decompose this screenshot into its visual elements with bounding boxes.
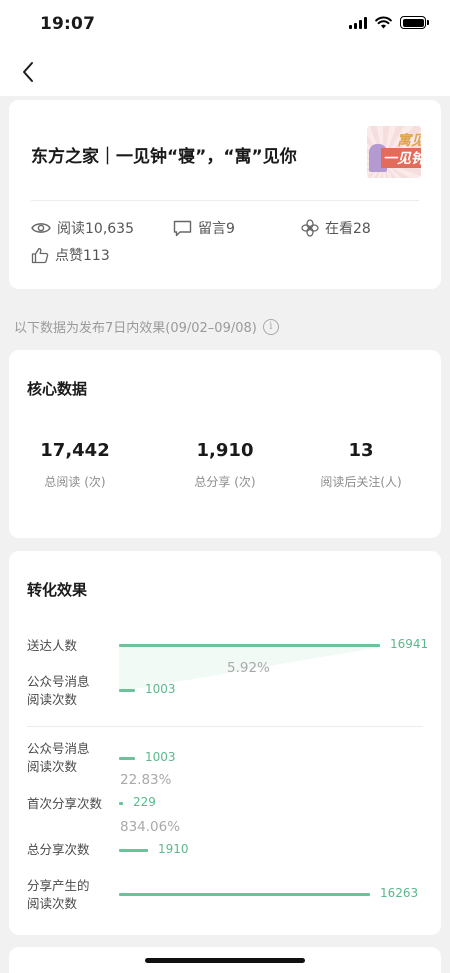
thumbnail-text-2: 一见钟 [381,148,421,168]
conv-bar-delivered [119,644,380,647]
conversion-title: 转化效果 [27,581,88,599]
data-range-note: 以下数据为发布7日内效果(09/02–09/08) i [14,317,279,336]
battery-icon [400,16,429,29]
conversion-card: 转化效果 送达人数 16941 5.92% 公众号消息 阅读次数 1003 公众… [9,551,441,935]
conv-bar-total-shares [119,849,148,852]
conv-label-total-shares: 总分享次数 [27,842,90,857]
data-range-text: 以下数据为发布7日内效果(09/02–09/08) [14,321,257,336]
stat-watching-label: 在看28 [325,221,371,237]
article-card[interactable]: 东方之家｜一见钟“寝”，“寓”见你 寓见 一见钟 阅读10,635 留言9 在看… [9,100,441,289]
status-icons [349,16,429,29]
nav-bar [0,48,450,96]
article-title: 东方之家｜一见钟“寝”，“寓”见你 [31,147,297,167]
eye-icon [31,223,51,233]
core-data-card: 核心数据 17,442 总阅读 (次) 1,910 总分享 (次) 13 阅读后… [9,350,441,538]
conv-value-share-reads: 16263 [380,886,419,900]
info-icon[interactable]: i [262,318,279,335]
metric-total-shares: 1,910 总分享 (次) [155,440,295,490]
conv-label-first-shares: 首次分享次数 [27,796,103,811]
core-data-title: 核心数据 [27,380,88,398]
conv-bar-msg-reads-2 [119,757,135,760]
back-button[interactable] [14,56,42,88]
conv-rate-3: 834.06% [120,819,181,835]
metric-label: 总分享 (次) [194,475,256,489]
metric-label: 总阅读 (次) [44,475,106,489]
status-time: 19:07 [40,14,96,34]
stat-read-label: 阅读10,635 [57,221,134,237]
conv-value-total-shares: 1910 [158,842,189,856]
conv-bar-first-shares [119,802,123,805]
stat-read: 阅读10,635 [31,218,134,238]
stat-comments-label: 留言9 [198,221,235,237]
status-bar: 19:07 [0,0,450,48]
comment-icon [173,220,192,236]
signal-icon [349,16,367,29]
conv-bar-msg-reads [119,689,135,692]
metric-total-reads: 17,442 总阅读 (次) [5,440,145,490]
wifi-icon [375,16,392,29]
thumbs-up-icon [31,247,49,263]
stat-likes: 点赞113 [31,245,110,265]
article-thumbnail: 寓见 一见钟 [367,126,421,178]
metric-value: 17,442 [40,440,110,461]
stat-likes-label: 点赞113 [55,248,110,264]
conv-label-msg-reads: 公众号消息 阅读次数 [27,674,90,707]
conv-value-delivered: 16941 [390,637,429,651]
conv-rate-2: 22.83% [120,772,172,788]
flower-icon [301,219,319,237]
conv-label-share-reads: 分享产生的 阅读次数 [27,878,90,911]
conv-label-delivered: 送达人数 [27,638,78,653]
conv-bar-share-reads [119,893,370,896]
home-indicator [145,958,305,963]
conversion-divider [27,726,423,727]
conv-value-msg-reads: 1003 [145,682,176,696]
metric-value: 1,910 [196,440,254,461]
chevron-left-icon [23,62,33,82]
conv-label-msg-reads-2: 公众号消息 阅读次数 [27,741,90,774]
metric-label: 阅读后关注(人) [320,475,402,489]
metric-value: 13 [348,440,374,461]
article-divider [31,200,419,201]
metric-follows-after-reading: 13 阅读后关注(人) [291,440,431,490]
stat-comments: 留言9 [173,218,235,238]
conv-rate-1: 5.92% [227,660,270,676]
conv-value-msg-reads-2: 1003 [145,750,176,764]
stat-watching: 在看28 [301,218,371,238]
thumbnail-text-1: 寓见 [397,133,421,149]
conv-value-first-shares: 229 [133,795,156,809]
